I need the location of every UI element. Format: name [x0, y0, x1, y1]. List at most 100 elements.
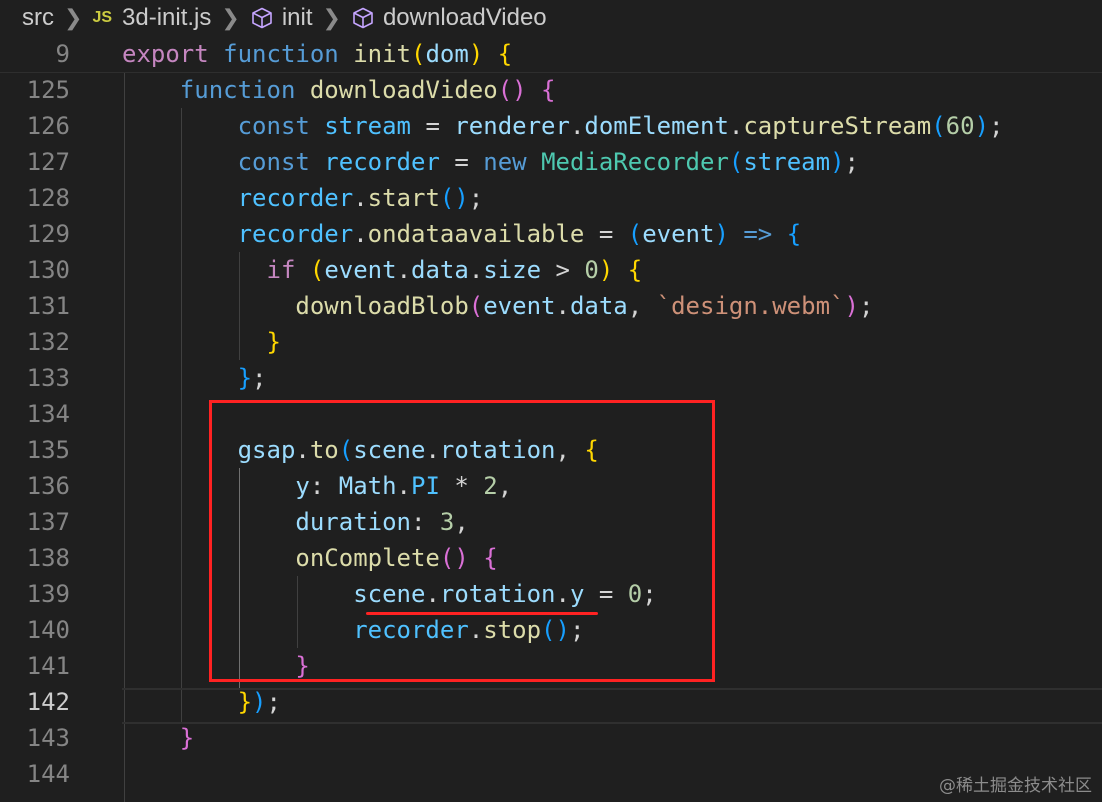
code-token: scene: [353, 580, 426, 608]
code-token: (: [411, 40, 426, 68]
code-token: data: [569, 292, 628, 320]
code-token: event: [324, 256, 397, 284]
sticky-scroll-line[interactable]: 9 export function init(dom) {: [0, 36, 1102, 73]
code-token: .: [396, 472, 411, 500]
code-line[interactable]: 129 recorder.ondataavailable = (event) =…: [0, 216, 1102, 252]
code-token: Math: [338, 472, 397, 500]
code-line[interactable]: 134: [0, 396, 1102, 432]
code-line[interactable]: 142 });: [0, 684, 1102, 720]
code-line[interactable]: 133 };: [0, 360, 1102, 396]
breadcrumb-item-downloadvideo[interactable]: downloadVideo: [351, 4, 547, 32]
code-token: .: [569, 112, 585, 140]
code-token: =>: [743, 220, 773, 248]
code-token: start: [367, 184, 440, 212]
line-number: 134: [26, 400, 70, 428]
code-text: const recorder = new MediaRecorder(strea…: [122, 144, 859, 180]
code-token: downloadBlob: [295, 292, 469, 320]
method-cube-icon: [353, 7, 373, 29]
code-token: 60: [945, 112, 975, 140]
code-text: recorder.stop();: [122, 612, 584, 648]
code-line[interactable]: 143 }: [0, 720, 1102, 756]
code-token: stop: [483, 616, 542, 644]
code-line[interactable]: 132 }: [0, 324, 1102, 360]
line-number: 130: [26, 256, 70, 284]
line-number: 125: [26, 76, 70, 104]
code-token: *: [439, 472, 484, 500]
code-line[interactable]: 125 function downloadVideo() {: [0, 72, 1102, 108]
code-token: (: [728, 148, 744, 176]
code-text: recorder.start();: [122, 180, 484, 216]
code-line[interactable]: 126 const stream = renderer.domElement.c…: [0, 108, 1102, 144]
code-token: stream: [743, 148, 831, 176]
code-token: ;: [252, 364, 267, 392]
code-line[interactable]: 131 downloadBlob(event.data, `design.web…: [0, 288, 1102, 324]
chevron-right-icon: ❯: [322, 5, 341, 30]
code-token: ): [468, 40, 484, 68]
code-token: to: [309, 436, 339, 464]
code-line[interactable]: 138 onComplete() {: [0, 540, 1102, 576]
code-token: ,: [627, 292, 657, 320]
chevron-right-icon: ❯: [221, 5, 240, 30]
code-token: recorder: [353, 616, 469, 644]
code-line[interactable]: 136 y: Math.PI * 2,: [0, 468, 1102, 504]
code-text: export function init(dom) {: [122, 36, 512, 72]
code-line[interactable]: 127 const recorder = new MediaRecorder(s…: [0, 144, 1102, 180]
code-token: (: [627, 220, 643, 248]
line-number: 126: [26, 112, 70, 140]
code-line[interactable]: 130 if (event.data.size > 0) {: [0, 252, 1102, 288]
code-token: }: [266, 328, 281, 356]
code-line[interactable]: 128 recorder.start();: [0, 180, 1102, 216]
code-text: scene.rotation.y = 0;: [122, 576, 656, 612]
code-token: (): [497, 76, 527, 104]
code-token: PI: [411, 472, 440, 500]
line-number: 141: [26, 652, 70, 680]
line-number: 133: [26, 364, 70, 392]
code-token: (: [468, 292, 484, 320]
code-token: ;: [844, 148, 859, 176]
breadcrumb-item-file[interactable]: JS 3d-init.js: [92, 4, 211, 32]
line-number: 140: [26, 616, 70, 644]
code-token: 0: [584, 256, 599, 284]
code-editor[interactable]: 9 export function init(dom) {125 function…: [0, 36, 1102, 802]
code-token: }: [237, 364, 253, 392]
code-token: ,: [454, 508, 469, 536]
code-line[interactable]: 137 duration: 3,: [0, 504, 1102, 540]
watermark: @稀土掘金技术社区: [939, 776, 1092, 796]
code-text: }: [122, 720, 194, 756]
breadcrumb-item-src[interactable]: src: [22, 4, 54, 32]
code-token: :: [309, 472, 339, 500]
code-line[interactable]: 135 gsap.to(scene.rotation, {: [0, 432, 1102, 468]
line-number: 129: [26, 220, 70, 248]
code-token: const: [237, 112, 310, 140]
code-token: y: [569, 580, 585, 608]
code-text: duration: 3,: [122, 504, 469, 540]
code-line[interactable]: 140 recorder.stop();: [0, 612, 1102, 648]
code-token: if: [266, 256, 296, 284]
breadcrumb-item-init[interactable]: init: [250, 4, 313, 32]
code-token: .: [728, 112, 744, 140]
code-line[interactable]: 144: [0, 756, 1102, 792]
line-number: 137: [26, 508, 70, 536]
code-token: export: [122, 40, 209, 68]
code-token: (: [338, 436, 354, 464]
code-line[interactable]: 139 scene.rotation.y = 0;: [0, 576, 1102, 612]
code-token: {: [786, 220, 802, 248]
code-token: ondataavailable: [367, 220, 585, 248]
code-token: recorder: [324, 148, 440, 176]
line-number: 144: [26, 760, 70, 788]
code-token: ): [830, 148, 845, 176]
code-token: data: [411, 256, 469, 284]
code-line[interactable]: 141 }: [0, 648, 1102, 684]
